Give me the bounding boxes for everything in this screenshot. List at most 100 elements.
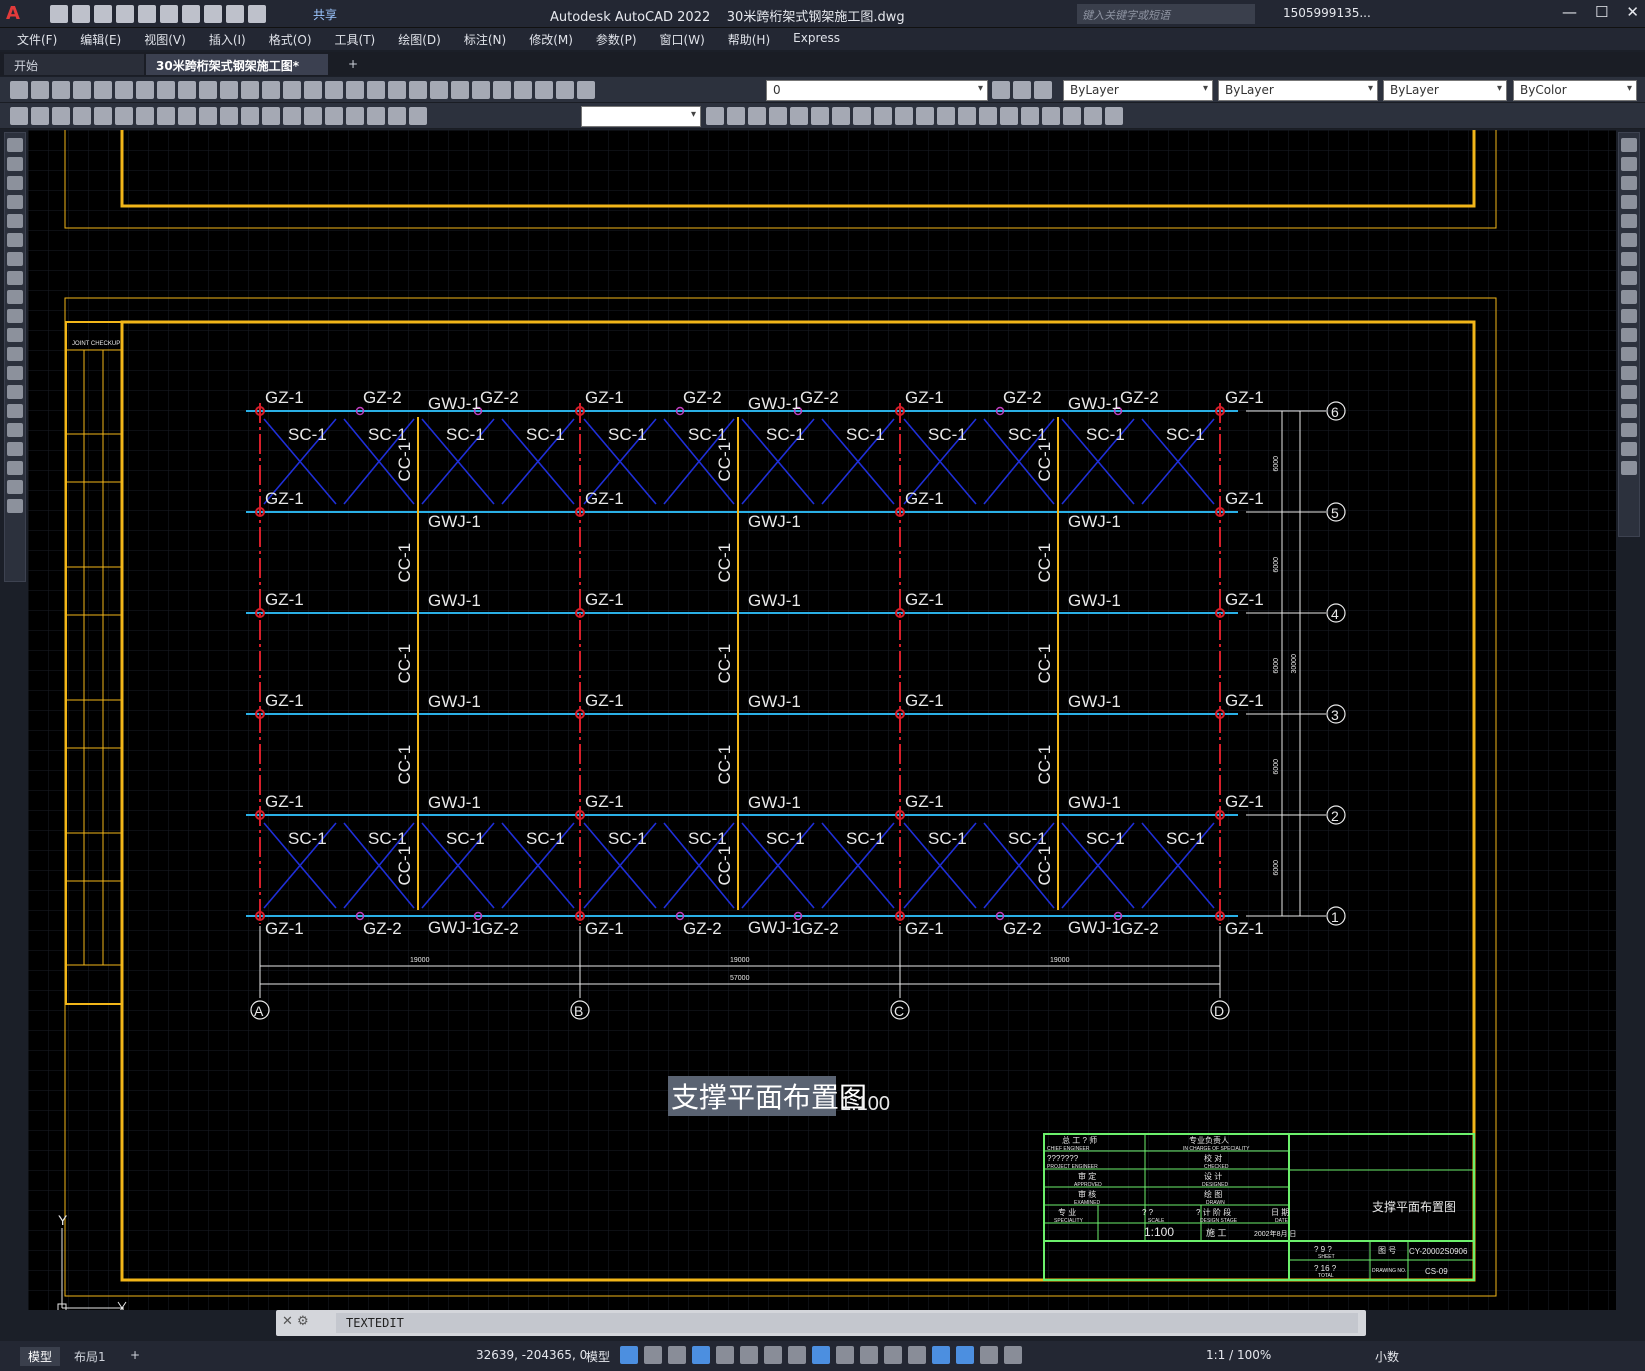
copy-icon[interactable]	[178, 81, 196, 99]
polyline-icon[interactable]	[7, 176, 23, 190]
units-dropdown[interactable]: 小数	[1375, 1348, 1399, 1365]
annotation-scale-icon[interactable]	[1004, 1346, 1022, 1364]
move-icon[interactable]	[1621, 233, 1637, 247]
rotate-icon[interactable]	[853, 107, 871, 125]
array-icon[interactable]	[1621, 214, 1637, 228]
3d-print-icon[interactable]	[136, 81, 154, 99]
3d-osnap-icon[interactable]	[860, 1346, 878, 1364]
ortho-icon[interactable]	[692, 1346, 710, 1364]
table-icon[interactable]	[7, 461, 23, 475]
trim-icon[interactable]	[916, 107, 934, 125]
tab-model[interactable]: 模型	[20, 1347, 61, 1366]
osnap-tracking-icon[interactable]	[740, 1346, 758, 1364]
user-account[interactable]: 1505999135...	[1283, 6, 1371, 20]
model-space-button[interactable]: 模型	[586, 1348, 610, 1365]
redo-icon[interactable]	[262, 81, 280, 99]
scale-icon[interactable]	[1621, 271, 1637, 285]
layer-dropdown[interactable]: 0	[766, 80, 988, 101]
tab-drawing[interactable]: 30米跨桁架式钢架施工图*	[146, 54, 328, 75]
break-at-point-icon[interactable]	[1621, 347, 1637, 361]
center-mark-icon[interactable]	[304, 107, 322, 125]
trim-icon[interactable]	[1621, 309, 1637, 323]
break-icon[interactable]	[1621, 366, 1637, 380]
construction-line-icon[interactable]	[7, 157, 23, 171]
copy-object-icon[interactable]	[748, 107, 766, 125]
tab-start[interactable]: 开始	[4, 54, 144, 75]
dimstyle-dropdown[interactable]	[581, 106, 701, 127]
plotstyle-dropdown[interactable]: ByColor	[1513, 80, 1637, 101]
layer-manager-icon[interactable]	[514, 81, 532, 99]
dim-ordinate-icon[interactable]	[73, 107, 91, 125]
open-icon[interactable]	[31, 81, 49, 99]
menu-window[interactable]: 窗口(W)	[660, 28, 714, 50]
dim-text-edit-icon[interactable]	[388, 107, 406, 125]
polar-icon[interactable]	[716, 1346, 734, 1364]
design-center-icon[interactable]	[388, 81, 406, 99]
save-icon[interactable]	[52, 81, 70, 99]
selection-filter-icon[interactable]	[908, 1346, 926, 1364]
chamfer-icon[interactable]	[1621, 404, 1637, 418]
mtext-icon[interactable]	[7, 480, 23, 494]
dim-continue-icon[interactable]	[220, 107, 238, 125]
spline-icon[interactable]	[7, 290, 23, 304]
line-icon[interactable]	[7, 138, 23, 152]
menu-view[interactable]: 视图(V)	[144, 28, 195, 50]
gizmo-icon[interactable]	[932, 1346, 950, 1364]
undo-icon[interactable]	[241, 81, 259, 99]
dim-edit-icon[interactable]	[367, 107, 385, 125]
markup-icon[interactable]	[451, 81, 469, 99]
add-layout-button[interactable]: +	[122, 1347, 148, 1363]
sheet-set-icon[interactable]	[430, 81, 448, 99]
tab-layout1[interactable]: 布局1	[66, 1347, 114, 1366]
group-icon[interactable]	[1105, 107, 1123, 125]
new-icon[interactable]	[10, 81, 28, 99]
annotation-scale[interactable]: 1:1 / 100%	[1206, 1348, 1271, 1362]
open-icon[interactable]	[72, 5, 90, 23]
mirror-icon[interactable]	[1621, 176, 1637, 190]
dim-style-icon[interactable]	[706, 107, 724, 125]
help-icon[interactable]	[493, 81, 511, 99]
lineweight-icon[interactable]	[788, 1346, 806, 1364]
lock-icon[interactable]	[577, 81, 595, 99]
menu-express[interactable]: Express	[793, 28, 849, 50]
infer-icon[interactable]	[668, 1346, 686, 1364]
mirror-icon[interactable]	[769, 107, 787, 125]
stretch-icon[interactable]	[895, 107, 913, 125]
save-as-icon[interactable]	[116, 5, 134, 23]
zoom-realtime-icon[interactable]	[304, 81, 322, 99]
dim-update-icon[interactable]	[409, 107, 427, 125]
grid-icon[interactable]	[620, 1346, 638, 1364]
annotation-visibility-icon[interactable]	[956, 1346, 974, 1364]
array-icon[interactable]	[811, 107, 829, 125]
ellipse-arc-icon[interactable]	[7, 328, 23, 342]
dim-radius-icon[interactable]	[94, 107, 112, 125]
menu-tools[interactable]: 工具(T)	[335, 28, 385, 50]
add-selected-icon[interactable]	[7, 499, 23, 513]
join-icon[interactable]	[979, 107, 997, 125]
fillet-icon[interactable]	[1021, 107, 1039, 125]
command-close-icon[interactable]: ✕ ⚙	[282, 1314, 309, 1329]
layer-states-icon[interactable]	[1034, 81, 1052, 99]
menu-format[interactable]: 格式(O)	[269, 28, 321, 50]
region-icon[interactable]	[7, 442, 23, 456]
explode-icon[interactable]	[1042, 107, 1060, 125]
move-icon[interactable]	[832, 107, 850, 125]
linetype-dropdown[interactable]: ByLayer	[1218, 80, 1378, 101]
preview-icon[interactable]	[94, 81, 112, 99]
rectangle-icon[interactable]	[7, 214, 23, 228]
copy-icon[interactable]	[1621, 157, 1637, 171]
menu-dimension[interactable]: 标注(N)	[464, 28, 515, 50]
share-icon[interactable]	[248, 5, 266, 23]
save-icon[interactable]	[94, 5, 112, 23]
insert-block-icon[interactable]	[7, 347, 23, 361]
search-input[interactable]: 键入关键字或短语	[1077, 4, 1255, 24]
share-button[interactable]: 共享	[313, 6, 337, 23]
osnap-icon[interactable]	[764, 1346, 782, 1364]
scale-icon[interactable]	[874, 107, 892, 125]
join-icon[interactable]	[1621, 385, 1637, 399]
make-block-icon[interactable]	[7, 366, 23, 380]
tolerance-icon[interactable]	[283, 107, 301, 125]
arc-icon[interactable]	[7, 233, 23, 247]
polygon-icon[interactable]	[7, 195, 23, 209]
dim-break-icon[interactable]	[262, 107, 280, 125]
